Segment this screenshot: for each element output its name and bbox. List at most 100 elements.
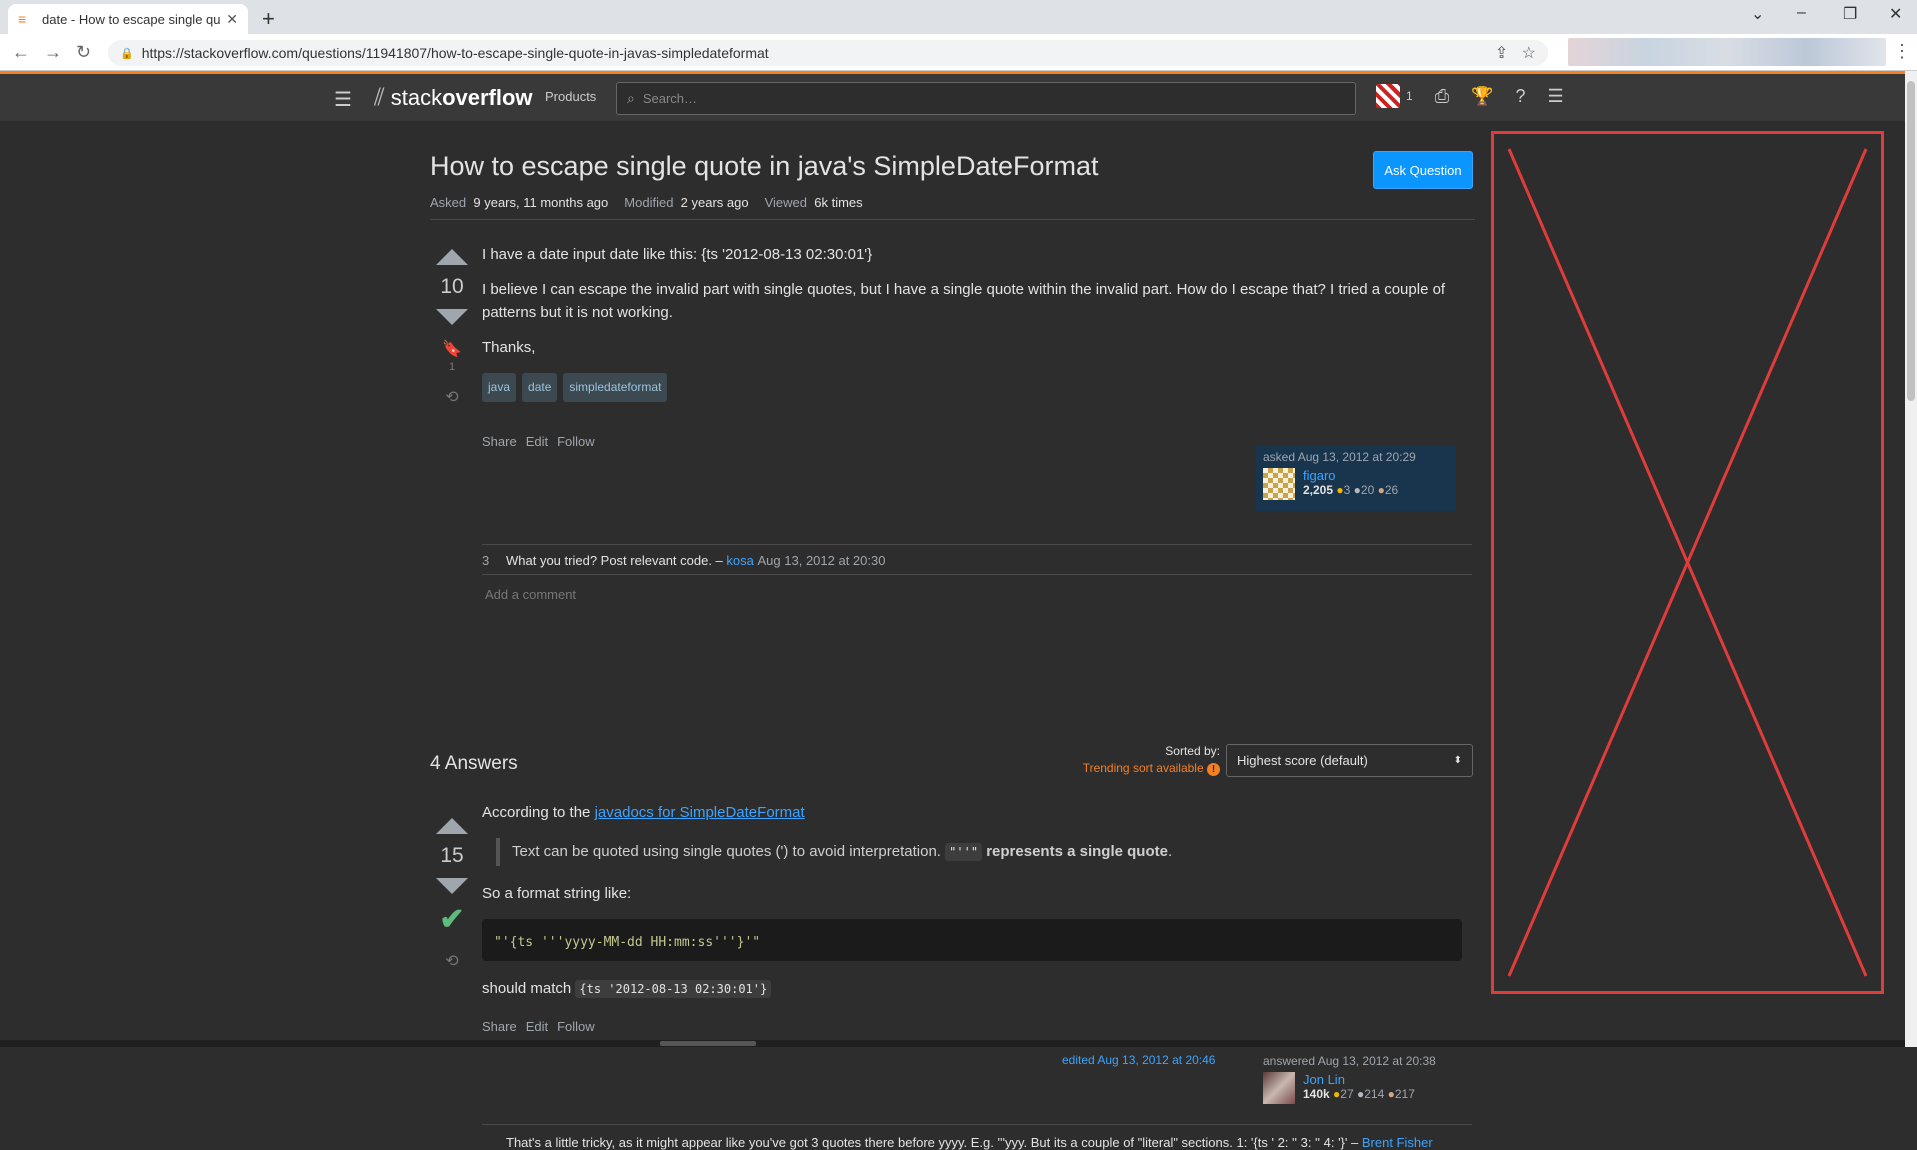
horizontal-scrollbar-thumb[interactable]	[660, 1041, 756, 1046]
lock-icon[interactable]: 🔒	[120, 47, 134, 60]
sorted-by-label: Sorted by:	[1165, 744, 1220, 758]
comment-user-link[interactable]: Brent Fisher	[1362, 1135, 1433, 1150]
share-page-icon[interactable]: ⇪ ☆	[1495, 43, 1536, 63]
browser-tabstrip: ≡ date - How to escape single quo ✕ + ⌄ …	[0, 0, 1917, 34]
ask-question-button[interactable]: Ask Question	[1373, 151, 1473, 189]
edited-link[interactable]: edited Aug 13, 2012 at 20:46	[1062, 1053, 1215, 1067]
share-link[interactable]: Share	[482, 430, 517, 453]
back-icon[interactable]: ←	[12, 42, 30, 63]
reload-icon[interactable]: ↻	[76, 42, 91, 63]
quote-bold-text: represents a single quote	[986, 843, 1168, 860]
hamburger-menu-icon[interactable]: ☰	[334, 87, 352, 112]
user-gravatar[interactable]	[1263, 1072, 1295, 1104]
comment-divider	[482, 574, 1472, 575]
tag-simpledateformat[interactable]: simpledateformat	[563, 373, 668, 402]
comment-text: What you tried? Post relevant code. –	[506, 553, 723, 568]
question-comment: 3 What you tried? Post relevant code. – …	[482, 553, 885, 568]
user-name-link[interactable]: Jon Lin	[1303, 1072, 1415, 1087]
question-body: I have a date input date like this: {ts …	[482, 243, 1462, 453]
user-avatar[interactable]	[1376, 84, 1400, 108]
answer-owner-card: answered Aug 13, 2012 at 20:38 Jon Lin 1…	[1256, 1049, 1456, 1115]
user-name-link[interactable]: figaro	[1303, 468, 1398, 483]
inline-code: {ts '2012-08-13 02:30:01'}	[575, 980, 772, 998]
answer-comment: That's a little tricky, as it might appe…	[506, 1135, 1433, 1150]
downvote-button[interactable]	[436, 309, 468, 325]
follow-link[interactable]: Follow	[557, 430, 595, 453]
code-block[interactable]: "'{ts '''yyyy-MM-dd HH:mm:ss'''}'"	[482, 919, 1462, 961]
vertical-scrollbar[interactable]	[1905, 71, 1917, 1047]
sort-value: Highest score (default)	[1237, 753, 1368, 768]
upvote-button[interactable]	[436, 818, 468, 834]
upvote-button[interactable]	[436, 249, 468, 265]
forward-icon[interactable]: →	[44, 42, 62, 63]
comment-divider	[482, 544, 1472, 545]
topbar-actions: 1 ⎙ 🏆 ? ☰	[1376, 84, 1564, 108]
answer-votecell: 15 ✔ ⟲	[432, 818, 472, 971]
user-gravatar[interactable]	[1263, 468, 1295, 500]
browser-toolbar: ← → ↻ 🔒 https://stackoverflow.com/questi…	[0, 34, 1917, 71]
help-icon[interactable]: ?	[1516, 86, 1526, 107]
browser-menu-icon[interactable]: ⋮	[1893, 41, 1911, 62]
site-logo[interactable]: ⫽ stack overflow	[374, 84, 533, 112]
restore-icon[interactable]: ❐	[1843, 4, 1857, 24]
javadocs-link[interactable]: javadocs for SimpleDateFormat	[595, 804, 805, 821]
scrollbar-thumb[interactable]	[1907, 81, 1915, 401]
history-icon[interactable]: ⟲	[445, 951, 458, 971]
tag-list: java date simpledateformat	[482, 373, 1462, 402]
close-tab-icon[interactable]: ✕	[226, 11, 238, 28]
answers-count: 4 Answers	[430, 753, 518, 774]
downvote-button[interactable]	[436, 878, 468, 894]
horizontal-scrollbar[interactable]	[0, 1040, 1905, 1047]
question-title[interactable]: How to escape single quote in java's Sim…	[430, 151, 1099, 182]
sort-select[interactable]: Highest score (default) ⬍	[1226, 744, 1473, 777]
user-badges: 2,205 ●3 ●20 ●26	[1303, 483, 1399, 497]
modified-meta: Modified 2 years ago	[624, 195, 749, 210]
answer-score: 15	[440, 844, 464, 867]
comment-user-link[interactable]: kosa	[726, 553, 753, 568]
answered-timestamp: answered Aug 13, 2012 at 20:38	[1263, 1054, 1436, 1068]
tab-search-icon[interactable]: ⌄	[1751, 4, 1764, 24]
answer-intro: According to the javadocs for SimpleDate…	[482, 804, 805, 821]
minimize-icon[interactable]: –	[1797, 4, 1806, 22]
title-divider	[430, 219, 1475, 220]
ad-placeholder	[1491, 131, 1884, 994]
search-input[interactable]: ⌕ Search…	[616, 82, 1356, 115]
address-bar[interactable]: 🔒 https://stackoverflow.com/questions/11…	[108, 40, 1548, 66]
select-arrows-icon: ⬍	[1453, 755, 1462, 766]
inline-code: "''"	[945, 843, 983, 861]
user-badges: 140k ●27 ●214 ●217	[1303, 1087, 1415, 1101]
add-comment-link[interactable]: Add a comment	[485, 587, 576, 602]
products-link[interactable]: Products	[545, 89, 596, 104]
edit-link[interactable]: Edit	[526, 430, 548, 453]
bookmark-count: 1	[448, 361, 456, 373]
history-icon[interactable]: ⟲	[445, 387, 458, 407]
question-votecell: 10 🔖 1 ⟲	[432, 249, 472, 407]
tag-date[interactable]: date	[522, 373, 558, 402]
edit-link[interactable]: Edit	[526, 1015, 548, 1038]
logo-text-light: stack	[390, 85, 443, 110]
tag-java[interactable]: java	[482, 373, 517, 402]
answer-body: According to the javadocs for SimpleDate…	[482, 801, 1462, 1038]
question-owner-card: asked Aug 13, 2012 at 20:29 figaro 2,205…	[1256, 445, 1456, 511]
question-paragraph: Thanks,	[482, 339, 536, 356]
close-window-icon[interactable]: ✕	[1889, 4, 1902, 24]
bookmark-icon[interactable]: 🔖	[442, 339, 462, 359]
search-icon: ⌕	[627, 90, 635, 106]
question-meta: Asked 9 years, 11 months ago Modified 2 …	[430, 195, 863, 210]
question-score: 10	[440, 275, 464, 298]
site-switcher-icon[interactable]: ☰	[1548, 86, 1564, 107]
inbox-icon[interactable]: ⎙	[1435, 86, 1449, 107]
trending-sort-notice[interactable]: Trending sort available !	[960, 761, 1220, 776]
tab-title: date - How to escape single quo	[42, 11, 221, 27]
share-link[interactable]: Share	[482, 1015, 517, 1038]
new-tab-icon[interactable]: +	[262, 6, 275, 32]
info-icon: !	[1207, 763, 1220, 776]
asked-timestamp: asked Aug 13, 2012 at 20:29	[1263, 450, 1416, 464]
comment-date[interactable]: Aug 13, 2012 at 20:30	[758, 553, 886, 568]
achievements-trophy-icon[interactable]: 🏆	[1471, 86, 1493, 107]
accepted-check-icon: ✔	[439, 903, 465, 936]
browser-tab[interactable]: ≡ date - How to escape single quo ✕	[8, 4, 248, 34]
question-paragraph: I have a date input date like this: {ts …	[482, 246, 873, 263]
follow-link[interactable]: Follow	[557, 1015, 595, 1038]
comment-text: That's a little tricky, as it might appe…	[506, 1135, 1359, 1150]
